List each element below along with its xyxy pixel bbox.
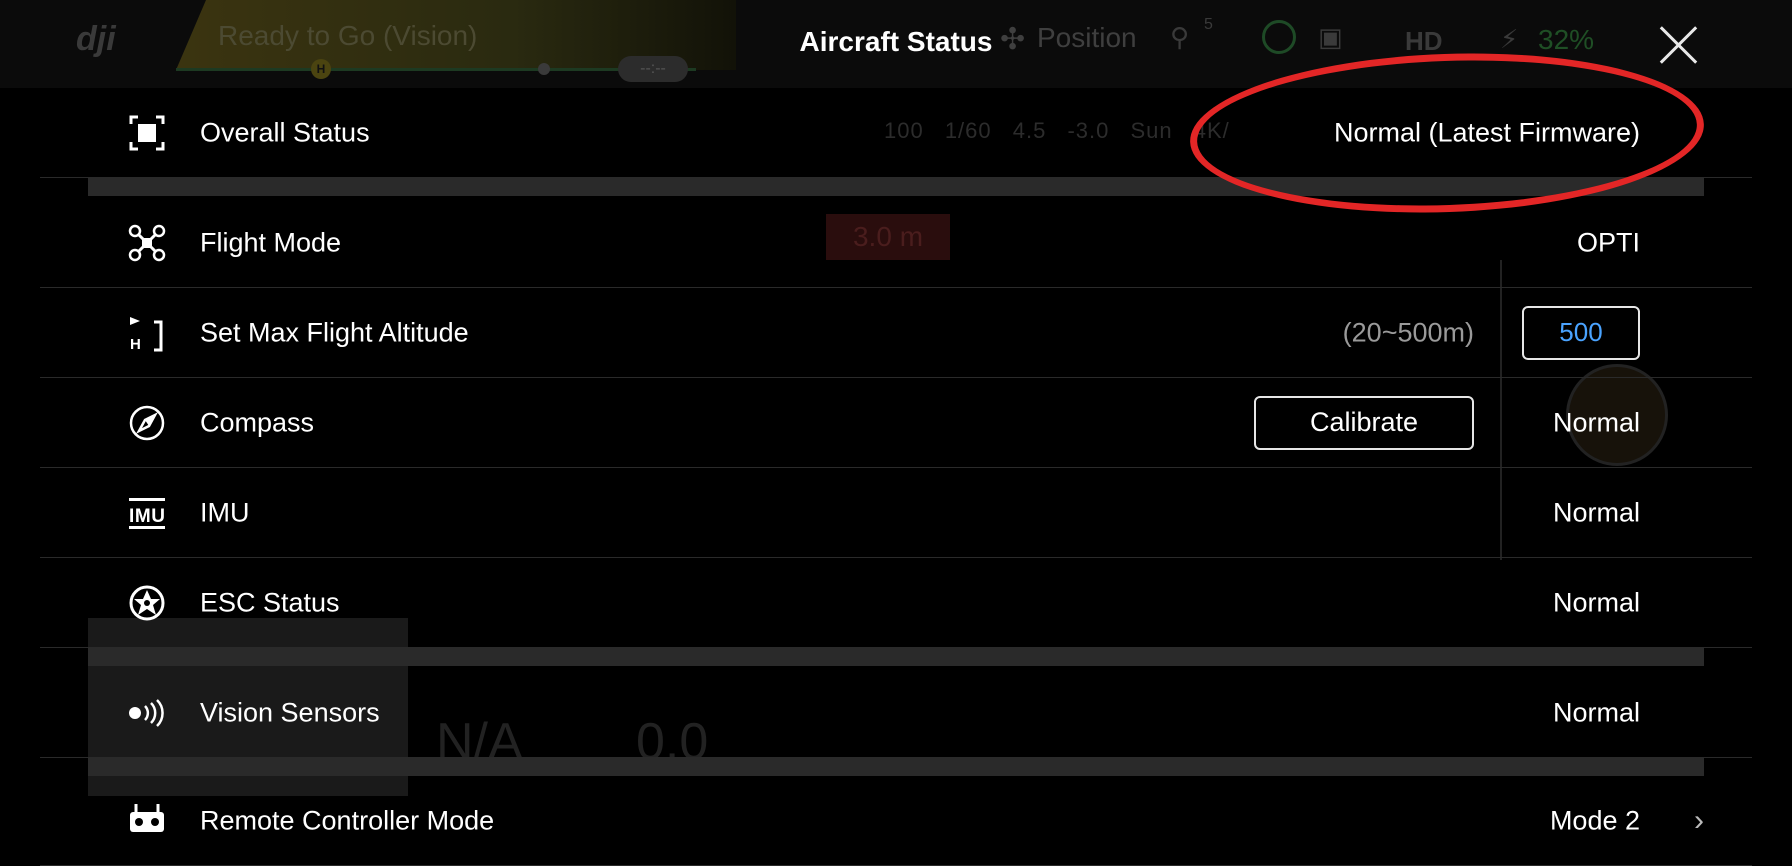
close-button[interactable]	[1656, 22, 1702, 68]
row-esc-status: ESC Status Normal	[40, 558, 1752, 648]
row-overall-status: Overall Status Normal (Latest Firmware)	[40, 88, 1752, 178]
row-value: Mode 2	[1549, 805, 1640, 835]
row-label: Vision Sensors	[200, 697, 380, 727]
row-value: Normal	[1552, 497, 1640, 527]
row-label: Set Max Flight Altitude	[200, 317, 469, 347]
group-separator	[88, 758, 1704, 776]
row-flight-mode: Flight Mode OPTI	[40, 198, 1752, 288]
imu-icon: IMU	[129, 497, 165, 529]
aircraft-status-panel: Aircraft Status Overall Status Normal (L…	[0, 0, 1792, 866]
calibrate-button[interactable]: Calibrate	[1254, 395, 1474, 450]
max-altitude-icon: H	[130, 316, 163, 352]
compass-icon	[129, 405, 165, 440]
row-label: IMU	[200, 497, 250, 527]
row-label: Overall Status	[200, 117, 370, 147]
row-imu: IMU IMU Normal	[40, 468, 1752, 558]
row-value: Normal	[1552, 697, 1640, 727]
row-compass: Compass Calibrate Normal	[40, 378, 1752, 468]
row-value: Normal	[1552, 587, 1640, 617]
row-label: Remote Controller Mode	[200, 805, 495, 835]
row-rc-mode[interactable]: Remote Controller Mode Mode 2 ›	[40, 776, 1752, 866]
row-label: ESC Status	[200, 587, 340, 617]
row-value: Normal	[1552, 407, 1640, 437]
svg-text:H: H	[130, 336, 141, 352]
esc-icon	[129, 585, 165, 620]
chevron-right-icon: ›	[1694, 803, 1704, 837]
remote-controller-icon	[130, 803, 164, 832]
vision-sensor-icon	[129, 698, 164, 727]
panel-title: Aircraft Status	[799, 26, 993, 57]
altitude-range: (20~500m)	[1342, 317, 1474, 347]
row-value: Normal (Latest Firmware)	[1333, 117, 1640, 147]
drone-icon	[128, 224, 166, 261]
row-vision-sensors: Vision Sensors Normal	[40, 668, 1752, 758]
row-label: Compass	[200, 407, 315, 437]
overall-status-icon	[129, 115, 165, 150]
group-separator	[88, 178, 1704, 196]
max-altitude-input[interactable]	[1522, 305, 1640, 360]
row-max-altitude: H Set Max Flight Altitude (20~500m)	[40, 288, 1752, 378]
svg-text:IMU: IMU	[129, 506, 165, 527]
row-value: OPTI	[1576, 227, 1640, 257]
row-label: Flight Mode	[200, 227, 342, 257]
group-separator	[88, 648, 1704, 666]
